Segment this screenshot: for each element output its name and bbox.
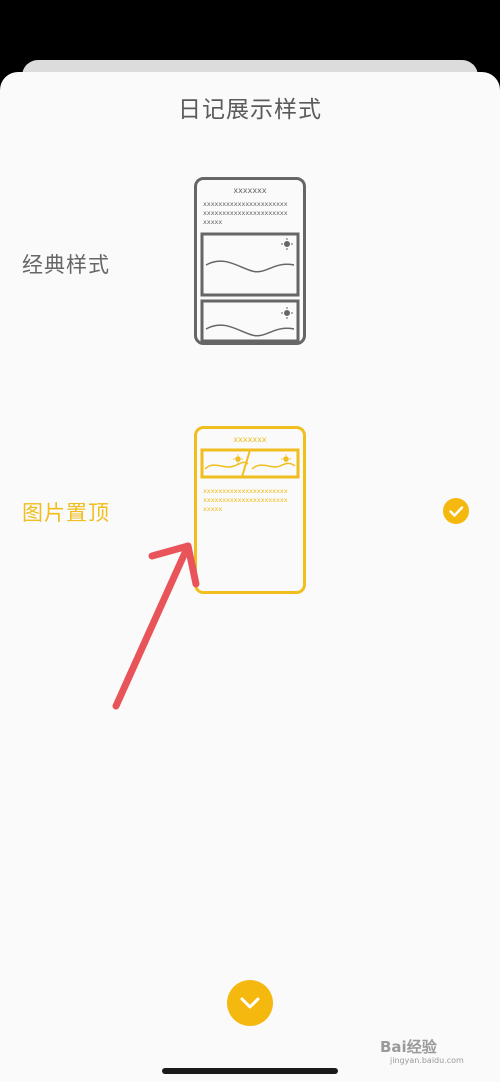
image-top-preview-line-2: xxxxxxxxxxxxxxxxxxxxxx [203, 496, 288, 504]
sheet-title: 日记展示样式 [178, 97, 322, 123]
sun-icon [281, 238, 293, 250]
option-classic-label[interactable]: 经典样式 [22, 249, 110, 279]
option-classic-preview[interactable]: xxxxxxx xxxxxxxxxxxxxxxxxxxxxx xxxxxxxxx… [194, 177, 306, 345]
image-top-preview-line-3: xxxxx [203, 505, 222, 513]
classic-preview-line-2: xxxxxxxxxxxxxxxxxxxxxx [203, 209, 288, 217]
home-indicator [162, 1068, 338, 1074]
sun-icon [281, 454, 291, 464]
image-top-preview-line-1: xxxxxxxxxxxxxxxxxxxxxx [203, 487, 288, 495]
watermark-brand-suffix: 经验 [406, 1038, 437, 1056]
classic-preview-line-3: xxxxx [203, 218, 222, 226]
collapse-button[interactable] [227, 980, 273, 1026]
selected-check-icon[interactable] [443, 498, 469, 524]
watermark-brand: Bai [380, 1038, 407, 1056]
image-top-preview-title: xxxxxxx [233, 435, 266, 444]
classic-preview-title: xxxxxxx [233, 186, 266, 195]
chevron-down-icon [240, 997, 260, 1009]
classic-preview-line-1: xxxxxxxxxxxxxxxxxxxxxx [203, 200, 288, 208]
option-image-top-label[interactable]: 图片置顶 [22, 497, 110, 527]
watermark-url: jingyan.baidu.com [390, 1056, 464, 1065]
sun-icon [281, 307, 293, 319]
watermark: Bai经验 jingyan.baidu.com [380, 1036, 464, 1065]
option-image-top-preview[interactable]: xxxxxxx xxxxxxxxxxxxxxxxxxxxxx xxxxxxxxx… [194, 426, 306, 594]
